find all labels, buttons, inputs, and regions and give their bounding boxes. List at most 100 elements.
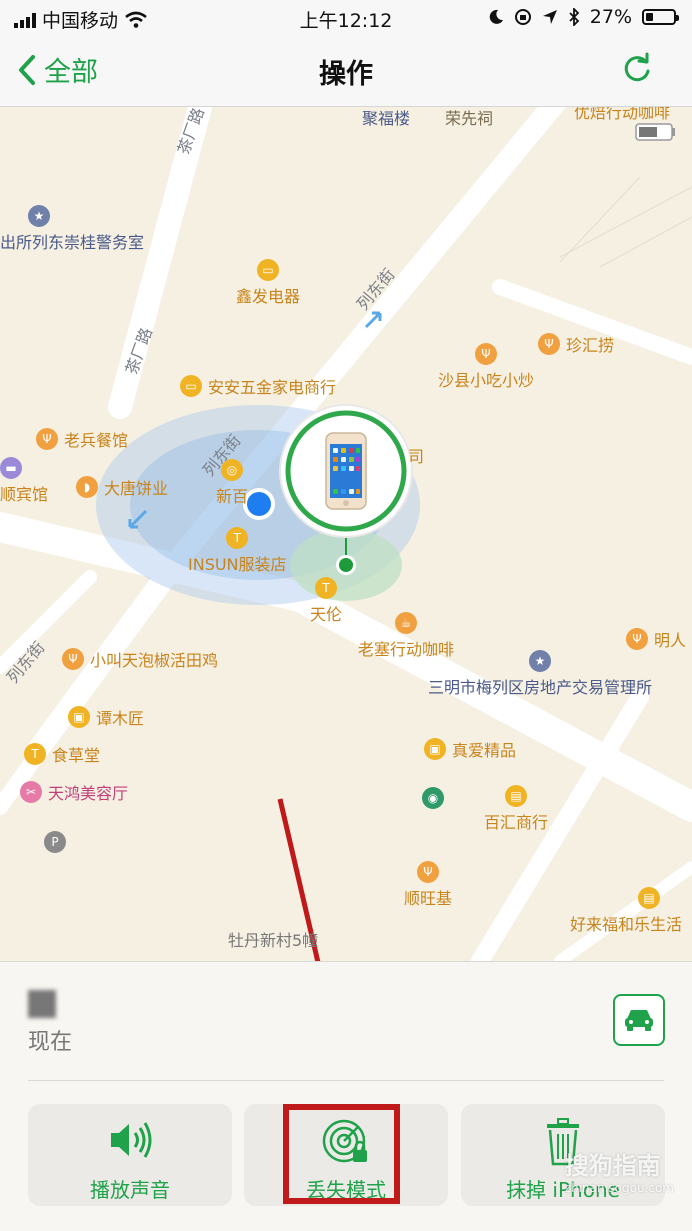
poi-label: 天鸿美容厅 bbox=[48, 784, 129, 803]
clothing-icon: T bbox=[24, 743, 46, 765]
moon-icon bbox=[489, 9, 503, 24]
police-icon: ★ bbox=[28, 205, 50, 227]
poi-binguan[interactable]: ▬ 顺宾馆 bbox=[0, 457, 48, 505]
poi-police[interactable]: ★ 出所列东崇桂警务室 bbox=[0, 205, 144, 253]
poi-datang[interactable]: ◗ 大唐饼业 bbox=[76, 475, 168, 499]
poi-tianhong[interactable]: ✂ 天鸿美容厅 bbox=[20, 780, 128, 804]
poi-label: 沙县小吃小炒 bbox=[438, 371, 535, 390]
poi-label: 聚福楼 bbox=[362, 109, 411, 128]
poi-zhenai[interactable]: ▣ 真爱精品 bbox=[424, 737, 516, 761]
poi-label: 优焙行动咖啡 bbox=[574, 107, 671, 122]
metro-icon: ◉ bbox=[422, 787, 444, 809]
device-name bbox=[28, 990, 56, 1018]
poi-label: 小叫天泡椒活田鸡 bbox=[90, 651, 219, 670]
poi-baihui[interactable]: ▤ 百汇商行 bbox=[484, 785, 548, 833]
last-seen-label: 现在 bbox=[28, 1030, 73, 1055]
clothing-icon: T bbox=[315, 577, 337, 599]
poi-label: 三明市梅列区房地产交易管理所 bbox=[428, 678, 653, 697]
parking-icon: P bbox=[44, 831, 66, 853]
speaker-icon bbox=[28, 1118, 232, 1166]
beauty-icon: ✂ bbox=[20, 781, 42, 803]
poi-label: INSUN服装店 bbox=[188, 555, 287, 574]
refresh-icon bbox=[624, 52, 650, 82]
poi-zhenhuilao[interactable]: Ψ 珍汇捞 bbox=[538, 332, 614, 356]
tv-icon: ▭ bbox=[180, 375, 202, 397]
star-icon: ★ bbox=[529, 650, 551, 672]
coffee-icon: ☕ bbox=[395, 612, 417, 634]
location-icon bbox=[542, 10, 557, 24]
annotation-highlight-box bbox=[283, 1104, 400, 1204]
restaurant-icon: Ψ bbox=[36, 428, 58, 450]
poi-realty[interactable]: ★ 三明市梅列区房地产交易管理所 bbox=[428, 650, 652, 698]
page-title: 操作 bbox=[319, 59, 373, 90]
restaurant-icon: Ψ bbox=[417, 861, 439, 883]
shopping-icon: ◎ bbox=[221, 459, 243, 481]
hotel-icon: ▬ bbox=[0, 457, 22, 479]
battery-percent: 27% bbox=[589, 6, 632, 28]
poi-label: 司 bbox=[408, 447, 425, 466]
poi-rongxianci[interactable]: 荣先祠 bbox=[445, 107, 493, 129]
nav-bar: 全部 操作 bbox=[0, 36, 692, 107]
poi-shicaotang[interactable]: T 食草堂 bbox=[24, 742, 100, 766]
poi-jufulou[interactable]: 聚福楼 bbox=[362, 107, 410, 129]
poi-metro[interactable]: ◉ bbox=[422, 787, 444, 809]
poi-label: 百汇商行 bbox=[484, 813, 549, 832]
poi-parking[interactable]: P bbox=[44, 831, 66, 853]
watermark-text: 搜狗指南 bbox=[564, 1152, 661, 1180]
poi-shaxian[interactable]: Ψ 沙县小吃小炒 bbox=[438, 343, 534, 391]
poi-label: 食草堂 bbox=[52, 746, 101, 765]
poi-shunwangji[interactable]: Ψ 顺旺基 bbox=[404, 861, 452, 909]
poi-xinfa[interactable]: ▭ 鑫发电器 bbox=[236, 259, 300, 307]
play-sound-label: 播放声音 bbox=[90, 1178, 170, 1202]
battery-icon bbox=[642, 9, 679, 25]
poi-xiaojiao[interactable]: Ψ 小叫天泡椒活田鸡 bbox=[62, 647, 218, 671]
poi-laobing[interactable]: Ψ 老兵餐馆 bbox=[36, 427, 128, 451]
tv-icon: ▭ bbox=[257, 259, 279, 281]
poi-label: 顺宾馆 bbox=[0, 485, 49, 504]
rotation-lock-icon bbox=[514, 9, 531, 25]
restaurant-icon: Ψ bbox=[538, 333, 560, 355]
poi-label: 顺旺基 bbox=[404, 889, 453, 908]
divider bbox=[28, 1080, 664, 1081]
store-icon: ▤ bbox=[505, 785, 527, 807]
shopping-bag-icon: ▣ bbox=[68, 706, 90, 728]
car-icon bbox=[625, 1010, 653, 1031]
clothing-icon: T bbox=[226, 527, 249, 549]
status-right: 27% bbox=[488, 6, 679, 28]
poi-label: 鑫发电器 bbox=[236, 287, 301, 306]
restaurant-icon: Ψ bbox=[475, 343, 497, 365]
poi-label: 新百 bbox=[216, 487, 249, 506]
poi-label: 老兵餐馆 bbox=[64, 431, 129, 450]
watermark-sub: zhinan.sogou.com bbox=[564, 1181, 674, 1195]
shopping-bag-icon: ▣ bbox=[424, 738, 446, 760]
poi-mudan[interactable]: 牡丹新村5幢 bbox=[228, 927, 318, 951]
status-bar: 中国移动 上午12:12 27% bbox=[0, 0, 692, 36]
bluetooth-icon bbox=[569, 8, 580, 26]
poi-label: 安安五金家电商行 bbox=[208, 378, 337, 397]
map-view[interactable]: 茶厂路 茶厂路 列东街 列东街 列东街 聚福楼 荣先祠 优焙行动咖啡 ★ 出所列… bbox=[0, 107, 692, 961]
poi-label: 出所列东崇桂警务室 bbox=[0, 233, 145, 252]
poi-tanmujiang[interactable]: ▣ 谭木匠 bbox=[68, 705, 144, 729]
poi-xinbai[interactable]: ◎ 新百 bbox=[216, 459, 248, 507]
poi-label: 谭木匠 bbox=[96, 709, 145, 728]
poi-ming[interactable]: Ψ 明人 bbox=[626, 627, 686, 651]
poi-label: 荣先祠 bbox=[445, 109, 494, 128]
play-sound-button[interactable]: 播放声音 bbox=[28, 1104, 232, 1206]
poi-haolaifu[interactable]: ▤ 好来福和乐生活 bbox=[570, 887, 682, 935]
store-icon: ▤ bbox=[638, 887, 660, 909]
poi-insun[interactable]: T INSUN服装店 bbox=[188, 527, 287, 575]
poi-anan[interactable]: ▭ 安安五金家电商行 bbox=[180, 374, 336, 398]
poi-tianlun[interactable]: T 天伦 bbox=[310, 577, 342, 625]
restaurant-icon: Ψ bbox=[626, 628, 648, 650]
bakery-icon: ◗ bbox=[76, 476, 98, 498]
poi-label: 大唐饼业 bbox=[104, 479, 169, 498]
refresh-button[interactable] bbox=[622, 52, 652, 88]
poi-youtai-coffee[interactable]: 优焙行动咖啡 bbox=[574, 107, 670, 123]
directions-button[interactable] bbox=[613, 994, 665, 1046]
poi-label: 真爱精品 bbox=[452, 741, 517, 760]
poi-label: 天伦 bbox=[310, 605, 343, 624]
poi-si[interactable]: 司 bbox=[408, 443, 424, 467]
poi-label: 好来福和乐生活 bbox=[570, 915, 683, 934]
watermark: 搜狗指南 zhinan.sogou.com bbox=[565, 1146, 674, 1195]
restaurant-icon: Ψ bbox=[62, 648, 84, 670]
